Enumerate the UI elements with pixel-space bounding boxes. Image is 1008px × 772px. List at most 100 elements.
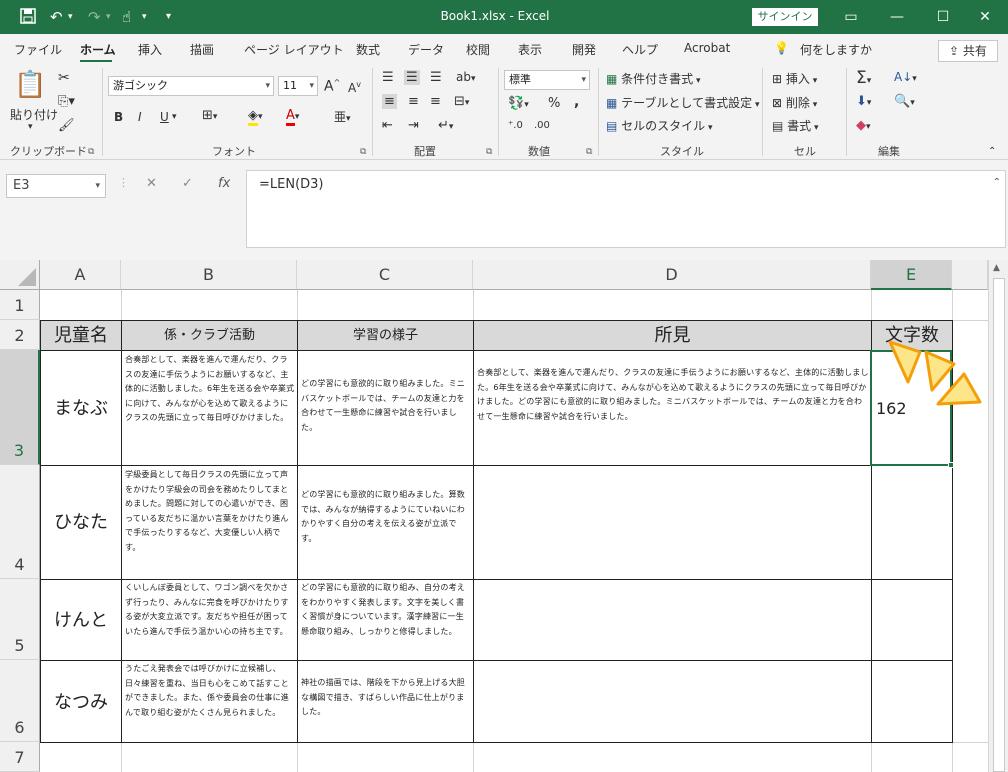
- tab-page-layout[interactable]: ページ レイアウト: [244, 41, 344, 58]
- enter-icon[interactable]: ✓: [182, 176, 193, 191]
- share-button[interactable]: ⇪ 共有: [938, 40, 998, 62]
- header-cell-study[interactable]: 学習の様子: [297, 320, 474, 351]
- row-header-5[interactable]: 5: [0, 579, 40, 660]
- conditional-formatting-button[interactable]: ▦ 条件付き書式 ▾: [606, 70, 701, 87]
- font-name-select[interactable]: 游ゴシック ▾: [108, 76, 274, 96]
- insert-function-icon[interactable]: fx: [218, 176, 230, 191]
- touch-dropdown-icon[interactable]: ▾: [142, 12, 147, 22]
- grow-font-button[interactable]: A^: [324, 78, 340, 95]
- align-center-icon[interactable]: ≡: [408, 94, 419, 109]
- undo-icon[interactable]: ↶: [50, 8, 63, 26]
- cell-a4[interactable]: ひなた: [41, 508, 121, 534]
- align-top-icon[interactable]: ☰: [382, 70, 394, 85]
- scroll-up-icon[interactable]: ▲: [993, 263, 1000, 273]
- column-header-d[interactable]: D: [473, 260, 871, 290]
- decrease-indent-icon[interactable]: ⇤: [382, 118, 393, 133]
- column-header-b[interactable]: B: [121, 260, 297, 290]
- paste-button[interactable]: 貼り付け: [10, 106, 58, 123]
- touch-mode-icon[interactable]: ☝: [122, 8, 131, 26]
- underline-dropdown-icon[interactable]: ▾: [172, 112, 177, 122]
- cell-styles-button[interactable]: ▤ セルのスタイル ▾: [606, 117, 713, 134]
- tab-data[interactable]: データ: [408, 41, 444, 58]
- cell-c4[interactable]: どの学習にも意欲的に取り組みました。算数では、みんなが納得するようにていねいにわ…: [298, 486, 473, 578]
- customize-qat-icon[interactable]: ▾: [166, 11, 171, 22]
- clear-icon[interactable]: ◆▾: [856, 118, 871, 133]
- format-painter-icon[interactable]: 🖌: [58, 118, 75, 133]
- tab-insert[interactable]: 挿入: [138, 41, 162, 58]
- close-icon[interactable]: ✕: [962, 4, 1008, 30]
- italic-button[interactable]: I: [138, 110, 142, 124]
- format-as-table-button[interactable]: ▦ テーブルとして書式設定 ▾: [606, 94, 759, 111]
- minimize-icon[interactable]: —: [874, 4, 920, 30]
- header-cell-club[interactable]: 係・クラブ活動: [121, 320, 298, 351]
- tab-developer[interactable]: 開発: [572, 41, 596, 58]
- clipboard-launcher-icon[interactable]: ⧉: [88, 147, 94, 157]
- scrollbar-thumb[interactable]: [993, 278, 1005, 772]
- cell-d5[interactable]: [474, 580, 871, 660]
- save-icon[interactable]: [20, 8, 36, 28]
- cell-a6[interactable]: なつみ: [41, 688, 121, 714]
- format-cells-button[interactable]: ▤ 書式 ▾: [772, 117, 819, 134]
- cell-b5[interactable]: くいしんぼ委員として、ワゴン調べを欠かさず行ったり、みんなに完食を呼びかけたりす…: [122, 579, 297, 660]
- row-header-7[interactable]: 7: [0, 742, 40, 772]
- cell-d3[interactable]: 合奏部として、楽器を進んで運んだり、クラスの友達に手伝うようにお願いするなど、主…: [474, 364, 871, 464]
- paste-icon[interactable]: 📋: [14, 70, 46, 100]
- paste-dropdown-icon[interactable]: ▾: [28, 122, 33, 132]
- underline-button[interactable]: U: [160, 110, 169, 124]
- tab-draw[interactable]: 描画: [190, 41, 214, 58]
- cell-e5[interactable]: [872, 580, 952, 660]
- column-header-c[interactable]: C: [297, 260, 473, 290]
- cancel-icon[interactable]: ✕: [146, 176, 157, 191]
- tab-home[interactable]: ホーム: [80, 41, 116, 58]
- undo-dropdown-icon[interactable]: ▾: [68, 12, 73, 22]
- cell-e4[interactable]: [872, 466, 952, 579]
- alignment-launcher-icon[interactable]: ⧉: [486, 147, 492, 157]
- collapse-formula-bar-icon[interactable]: ⌃: [993, 177, 1001, 188]
- borders-icon[interactable]: ⊞▾: [202, 108, 217, 123]
- increase-decimal-icon[interactable]: ⁺.0: [508, 120, 523, 131]
- accounting-format-icon[interactable]: 💱▾: [508, 96, 529, 111]
- select-all-button[interactable]: [0, 260, 40, 290]
- column-header-e[interactable]: E: [871, 260, 952, 290]
- wrap-text-icon[interactable]: ↵▾: [438, 118, 453, 133]
- shrink-font-button[interactable]: Av: [348, 80, 361, 95]
- tab-view[interactable]: 表示: [518, 41, 542, 58]
- cell-d6[interactable]: [474, 661, 871, 742]
- fill-color-icon[interactable]: ◈▾: [248, 108, 263, 126]
- tab-acrobat[interactable]: Acrobat: [684, 41, 730, 55]
- number-format-select[interactable]: 標準 ▾: [504, 70, 590, 90]
- cell-e6[interactable]: [872, 661, 952, 742]
- decrease-decimal-icon[interactable]: .00: [534, 120, 550, 131]
- number-launcher-icon[interactable]: ⧉: [586, 147, 592, 157]
- row-header-4[interactable]: 4: [0, 465, 40, 579]
- autosum-icon[interactable]: Σ▾: [856, 68, 871, 88]
- insert-cells-button[interactable]: ⊞ 挿入 ▾: [772, 70, 817, 87]
- copy-icon[interactable]: ⎘▾: [58, 94, 75, 109]
- sort-filter-icon[interactable]: A↓▾: [894, 70, 917, 84]
- comma-button[interactable]: ,: [574, 94, 579, 110]
- align-left-icon[interactable]: ≡: [382, 94, 397, 109]
- cell-c5[interactable]: どの学習にも意欲的に取り組み、自分の考えをわかりやすく発表します。文字を美しく書…: [298, 579, 473, 660]
- cell-a5[interactable]: けんと: [41, 606, 121, 632]
- cell-c6[interactable]: 神社の描画では、階段を下から見上げる大胆な構図で描き、すばらしい作品に仕上がりま…: [298, 674, 473, 742]
- find-select-icon[interactable]: 🔍▾: [894, 94, 915, 109]
- maximize-icon[interactable]: ☐: [920, 4, 966, 30]
- column-header-f[interactable]: [952, 260, 988, 290]
- align-right-icon[interactable]: ≡: [430, 94, 441, 109]
- font-launcher-icon[interactable]: ⧉: [360, 147, 366, 157]
- increase-indent-icon[interactable]: ⇥: [408, 118, 419, 133]
- cell-b3[interactable]: 合奏部として、楽器を進んで運んだり、クラスの友達に手伝うようにお願いするなど、主…: [122, 351, 297, 465]
- bold-button[interactable]: B: [114, 110, 123, 124]
- tab-review[interactable]: 校閲: [466, 41, 490, 58]
- font-size-select[interactable]: 11 ▾: [278, 76, 318, 96]
- column-header-a[interactable]: A: [40, 260, 121, 290]
- cell-b4[interactable]: 学級委員として毎日クラスの先頭に立って声をかけたり学級会の司会を務めたりしてまと…: [122, 466, 297, 579]
- cell-b6[interactable]: うたごえ発表会では呼びかけに立候補し、日々練習を重ね、当日も心をこめて話すことが…: [122, 660, 297, 742]
- ribbon-display-icon[interactable]: ▭: [828, 4, 874, 30]
- cell-a3[interactable]: まなぶ: [41, 394, 121, 420]
- delete-cells-button[interactable]: ⊠ 削除 ▾: [772, 94, 817, 111]
- row-header-1[interactable]: 1: [0, 290, 40, 320]
- phonetic-icon[interactable]: 亜▾: [334, 108, 351, 125]
- row-header-3[interactable]: 3: [0, 350, 40, 465]
- formula-input[interactable]: =LEN(D3) ⌃: [246, 170, 1006, 248]
